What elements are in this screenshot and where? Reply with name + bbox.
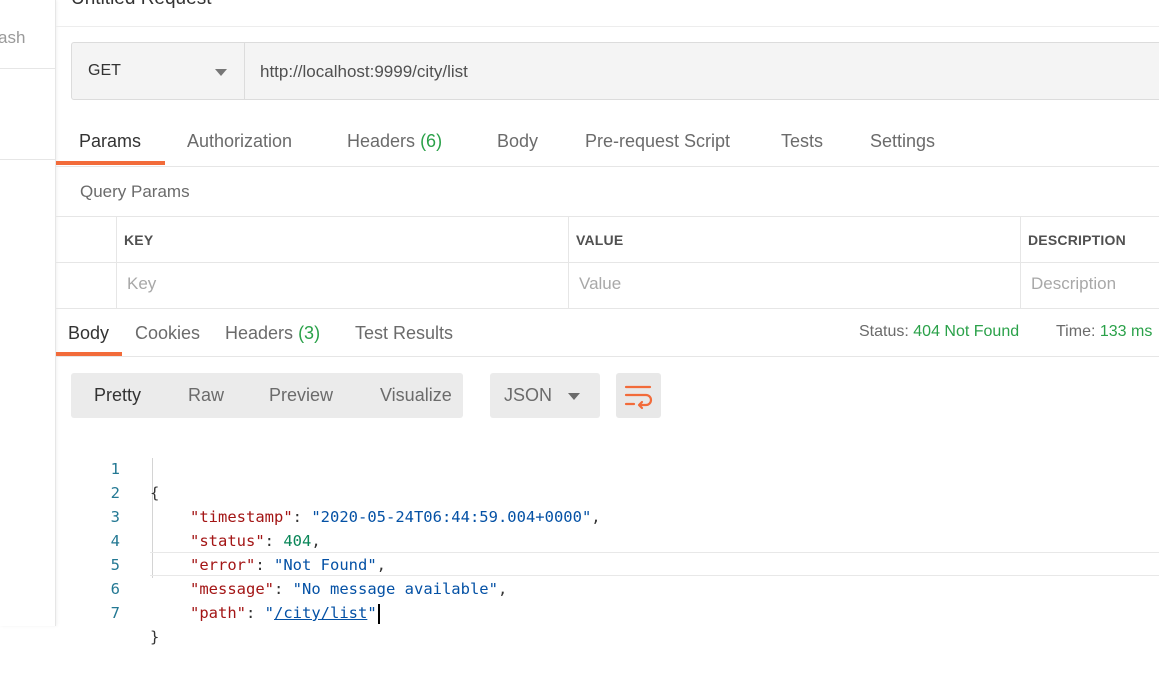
view-mode-group: Pretty Raw Preview Visualize (71, 373, 463, 418)
title-divider (56, 26, 1159, 27)
code-line: 2 "timestamp": "2020-05-24T06:44:59.004+… (56, 457, 1159, 526)
tab-body[interactable]: Body (497, 131, 538, 152)
tab-label: Headers (225, 323, 294, 343)
request-tabs: Params Authorization Headers (6) Body Pr… (56, 118, 1159, 167)
format-dropdown[interactable]: JSON (490, 373, 600, 418)
table-border (1020, 216, 1021, 309)
column-header-description: DESCRIPTION (1028, 232, 1126, 248)
json-key: "path" (190, 604, 246, 622)
status-readout: Status: 404 Not Found (859, 323, 1019, 341)
method-label: GET (88, 62, 121, 79)
line-number: 7 (110, 604, 120, 622)
tab-label: Pre-request Script (585, 131, 731, 151)
tab-test-results[interactable]: Test Results (355, 323, 453, 344)
wrap-lines-button[interactable] (616, 373, 661, 418)
tab-label: Body (68, 323, 110, 343)
url-bar: GET http://localhost:9999/city/list (71, 42, 1159, 100)
request-pane: Untitled Request GET http://localhost:99… (56, 0, 1159, 646)
tab-label: Params (79, 131, 142, 151)
response-tabs: Body Cookies Headers (3) Test Results St… (56, 309, 1159, 357)
raw-button[interactable]: Raw (188, 385, 224, 406)
chevron-down-icon (568, 393, 580, 400)
params-table: KEY VALUE DESCRIPTION Key Value Descript… (56, 216, 1159, 309)
code-text: } (150, 628, 160, 646)
tab-label: Authorization (187, 131, 293, 151)
column-header-key: KEY (124, 232, 154, 248)
sidebar-divider (0, 68, 55, 69)
chevron-down-icon (215, 69, 227, 76)
path-link[interactable]: /city/list (274, 604, 367, 622)
tab-headers[interactable]: Headers (6) (347, 131, 442, 152)
url-input[interactable]: http://localhost:9999/city/list (260, 62, 468, 82)
table-border (568, 216, 569, 309)
code-text: "path": "/city/list" (190, 601, 380, 625)
table-border (116, 216, 117, 309)
tab-label: Settings (870, 131, 936, 151)
tab-response-body[interactable]: Body (68, 323, 109, 344)
tab-pre-request-script[interactable]: Pre-request Script (585, 131, 730, 152)
time-label: Time: (1056, 323, 1096, 340)
tab-label: Body (497, 131, 539, 151)
code-line: 6 "path": "/city/list" (56, 553, 1159, 624)
query-params-heading: Query Params (80, 182, 190, 201)
tab-authorization[interactable]: Authorization (187, 131, 292, 152)
visualize-button[interactable]: Visualize (380, 385, 452, 406)
time-readout: Time: 133 ms (1056, 323, 1152, 341)
code-line: 4 "error": "Not Found", (56, 505, 1159, 574)
response-body-viewer[interactable]: 1 { 2 "timestamp": "2020-05-24T06:44:59.… (56, 433, 1159, 646)
tab-label: Cookies (135, 323, 201, 343)
code-line: 3 "status": 404, (56, 481, 1159, 550)
method-dropdown[interactable]: GET (72, 43, 245, 99)
tab-response-headers[interactable]: Headers (3) (225, 323, 320, 344)
sidebar: ash (0, 0, 56, 626)
tab-settings[interactable]: Settings (870, 131, 935, 152)
value-input[interactable]: Value (579, 274, 621, 294)
key-input[interactable]: Key (127, 274, 156, 294)
text-cursor (377, 603, 380, 624)
active-tab-indicator (56, 352, 122, 356)
column-header-value: VALUE (576, 232, 624, 248)
sidebar-divider (0, 159, 55, 160)
headers-count-badge: (6) (420, 131, 443, 151)
tab-params[interactable]: Params (79, 131, 141, 152)
sidebar-item-label[interactable]: ash (0, 28, 25, 48)
tab-label: Tests (781, 131, 824, 151)
tab-cookies[interactable]: Cookies (135, 323, 200, 344)
code-line: 5 "message": "No message available", (56, 529, 1159, 598)
headers-count-badge: (3) (298, 323, 321, 343)
description-input[interactable]: Description (1031, 274, 1116, 294)
pretty-button[interactable]: Pretty (94, 385, 141, 406)
tab-label: Headers (347, 131, 416, 151)
wrap-lines-icon (624, 385, 653, 410)
code-line: 7 } (56, 577, 1159, 646)
table-border (56, 216, 1159, 217)
active-tab-indicator (56, 161, 165, 165)
tab-label: Test Results (355, 323, 454, 343)
tab-tests[interactable]: Tests (781, 131, 823, 152)
code-line: 1 { (56, 433, 1159, 502)
status-value[interactable]: 404 Not Found (913, 323, 1019, 340)
table-border (56, 262, 1159, 263)
format-label: JSON (504, 385, 553, 405)
request-title[interactable]: Untitled Request (71, 0, 211, 10)
status-label: Status: (859, 323, 909, 340)
preview-button[interactable]: Preview (269, 385, 333, 406)
time-value[interactable]: 133 ms (1100, 323, 1152, 340)
